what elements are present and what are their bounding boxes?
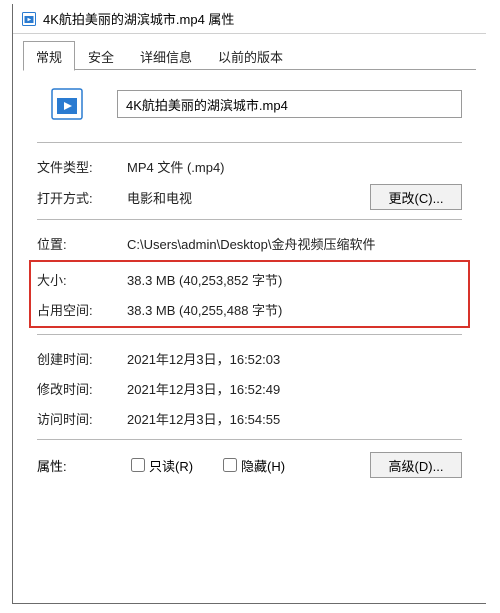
advanced-button[interactable]: 高级(D)... bbox=[370, 452, 462, 478]
tab-panel-general: 文件类型: MP4 文件 (.mp4) 打开方式: 电影和电视 更改(C)...… bbox=[23, 70, 476, 595]
label-location: 位置: bbox=[37, 234, 127, 253]
tab-previous-versions[interactable]: 以前的版本 bbox=[205, 41, 296, 70]
separator bbox=[37, 219, 462, 220]
value-accessed: 2021年12月3日，16:54:55 bbox=[127, 409, 462, 428]
label-opens-with: 打开方式: bbox=[37, 188, 127, 207]
hidden-checkbox-input[interactable] bbox=[223, 458, 237, 472]
hidden-checkbox-label: 隐藏(H) bbox=[241, 456, 285, 475]
label-modified: 修改时间: bbox=[37, 379, 127, 398]
label-size-on-disk: 占用空间: bbox=[37, 300, 127, 319]
label-accessed: 访问时间: bbox=[37, 409, 127, 428]
hidden-checkbox[interactable]: 隐藏(H) bbox=[223, 456, 285, 475]
readonly-checkbox[interactable]: 只读(R) bbox=[131, 456, 193, 475]
readonly-checkbox-input[interactable] bbox=[131, 458, 145, 472]
tab-general[interactable]: 常规 bbox=[23, 41, 75, 71]
separator bbox=[37, 142, 462, 143]
label-created: 创建时间: bbox=[37, 349, 127, 368]
tab-security[interactable]: 安全 bbox=[75, 41, 127, 70]
value-modified: 2021年12月3日，16:52:49 bbox=[127, 379, 462, 398]
value-file-type: MP4 文件 (.mp4) bbox=[127, 157, 462, 176]
separator bbox=[37, 439, 462, 440]
value-size-on-disk: 38.3 MB (40,255,488 字节) bbox=[127, 300, 462, 319]
value-created: 2021年12月3日，16:52:03 bbox=[127, 349, 462, 368]
titlebar: 4K航拍美丽的湖滨城市.mp4 属性 bbox=[13, 4, 486, 34]
readonly-checkbox-label: 只读(R) bbox=[149, 456, 193, 475]
value-opens-with: 电影和电视 bbox=[127, 188, 362, 207]
separator bbox=[37, 334, 462, 335]
filename-input[interactable] bbox=[117, 90, 462, 118]
value-size: 38.3 MB (40,253,852 字节) bbox=[127, 270, 462, 289]
tab-details[interactable]: 详细信息 bbox=[127, 41, 205, 70]
label-file-type: 文件类型: bbox=[37, 157, 127, 176]
window-title: 4K航拍美丽的湖滨城市.mp4 属性 bbox=[43, 9, 234, 28]
size-highlight-annotation: 大小: 38.3 MB (40,253,852 字节) 占用空间: 38.3 M… bbox=[29, 260, 470, 328]
label-size: 大小: bbox=[37, 270, 127, 289]
properties-dialog: 4K航拍美丽的湖滨城市.mp4 属性 常规 安全 详细信息 以前的版本 bbox=[12, 4, 486, 604]
change-button[interactable]: 更改(C)... bbox=[370, 184, 462, 210]
file-type-icon bbox=[37, 86, 97, 122]
value-location: C:\Users\admin\Desktop\金舟视频压缩软件 bbox=[127, 234, 462, 253]
label-attributes: 属性: bbox=[37, 456, 121, 475]
tab-strip: 常规 安全 详细信息 以前的版本 bbox=[13, 38, 486, 70]
video-file-icon bbox=[21, 11, 37, 27]
